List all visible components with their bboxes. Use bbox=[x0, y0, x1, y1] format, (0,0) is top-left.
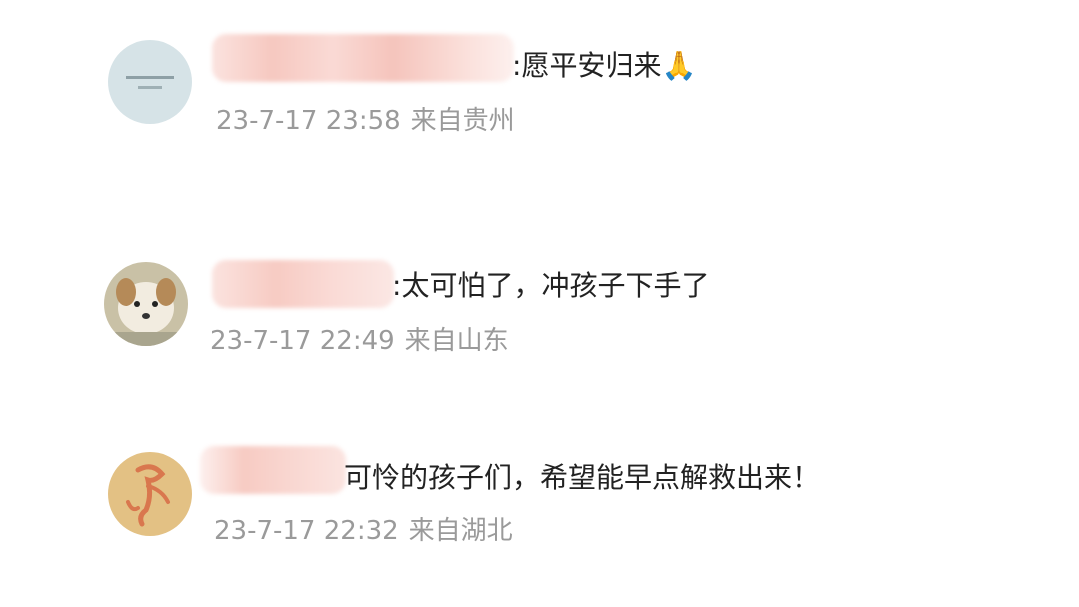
dog-avatar-icon bbox=[104, 262, 188, 346]
user-avatar[interactable] bbox=[108, 40, 192, 124]
text-avatar-icon bbox=[108, 40, 192, 124]
comment-location: 来自湖北 bbox=[408, 516, 513, 546]
username-blurred[interactable] bbox=[212, 260, 394, 308]
comment-meta: 23-7-17 22:32 来自湖北 bbox=[214, 514, 513, 548]
user-avatar[interactable] bbox=[108, 452, 192, 536]
comment-meta: 23-7-17 22:49 来自山东 bbox=[210, 324, 509, 358]
comment-text: :愿平安归来🙏 bbox=[512, 48, 696, 84]
comment-location: 来自山东 bbox=[404, 326, 509, 356]
comment-date: 23-7-17 23:58 bbox=[216, 106, 401, 136]
cartoon-avatar-icon bbox=[108, 452, 192, 536]
comment-date: 23-7-17 22:32 bbox=[214, 516, 399, 546]
comment-body: 可怜的孩子们，希望能早点解救出来！ bbox=[344, 461, 821, 494]
comment-meta: 23-7-17 23:58 来自贵州 bbox=[216, 104, 515, 138]
comment-body: 太可怕了，冲孩子下手了 bbox=[401, 269, 710, 302]
username-blurred[interactable] bbox=[200, 446, 346, 494]
comment-date: 23-7-17 22:49 bbox=[210, 326, 395, 356]
user-avatar[interactable] bbox=[104, 262, 188, 346]
comment-location: 来自贵州 bbox=[410, 106, 515, 136]
comment-text: :太可怕了，冲孩子下手了 bbox=[392, 268, 709, 304]
comment-body: 愿平安归来 bbox=[521, 49, 662, 82]
username-blurred[interactable] bbox=[212, 34, 514, 82]
comment-text: 可怜的孩子们，希望能早点解救出来！ bbox=[344, 460, 820, 496]
pray-emoji-icon: 🙏 bbox=[661, 49, 697, 82]
